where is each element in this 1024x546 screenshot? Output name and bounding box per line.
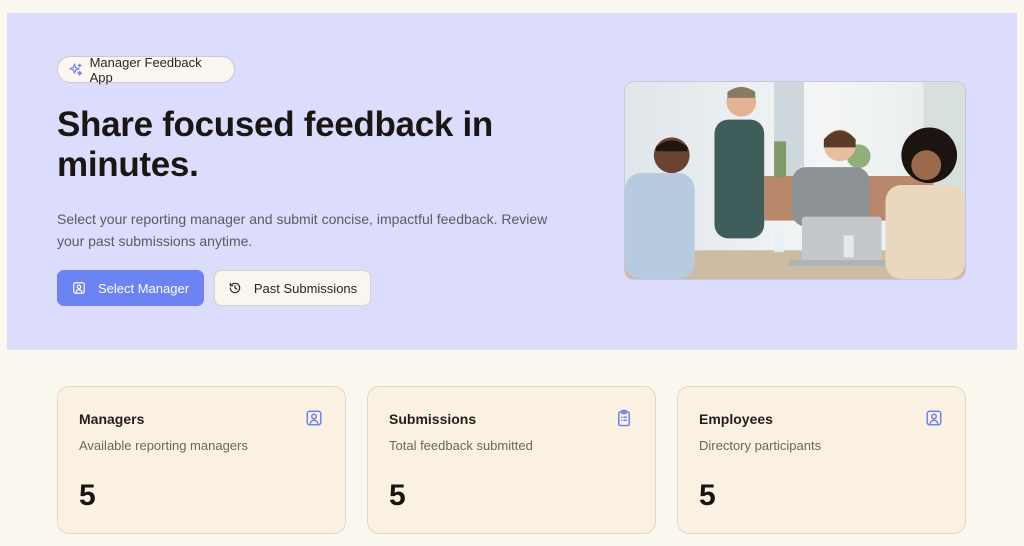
- stat-card-title: Employees: [699, 411, 773, 427]
- app-badge: Manager Feedback App: [57, 54, 235, 85]
- stat-card-employees: Employees Directory participants 5: [677, 386, 966, 534]
- app-badge-label: Manager Feedback App: [89, 54, 202, 85]
- past-submissions-button[interactable]: Past Submissions: [214, 270, 371, 306]
- stat-card-title: Managers: [79, 411, 145, 427]
- stat-card-subtitle: Directory participants: [699, 438, 822, 453]
- user-square-icon: [73, 282, 85, 294]
- stat-card-submissions: Submissions Total feedback submitted 5: [367, 386, 656, 534]
- team-meeting-illustration: [625, 82, 965, 279]
- stat-card-managers: Managers Available reporting managers 5: [57, 386, 346, 534]
- stat-card-subtitle: Total feedback submitted: [389, 438, 533, 453]
- sparkles-icon: [69, 63, 83, 76]
- hero-description: Select your reporting manager and submit…: [57, 211, 548, 249]
- stat-card-title: Submissions: [389, 411, 477, 427]
- hero-section: Manager Feedback App Share focused feedb…: [7, 13, 1017, 350]
- team-meeting-photo: [624, 81, 966, 280]
- user-square-icon: [926, 410, 942, 426]
- stat-card-value: 5: [699, 479, 716, 512]
- clipboard-list-icon: [618, 409, 630, 427]
- page-title: Share focused feedback in minutes.: [57, 105, 493, 184]
- stat-card-value: 5: [79, 479, 96, 512]
- select-manager-label: Select Manager: [97, 280, 190, 296]
- history-icon: [229, 282, 241, 294]
- user-square-icon: [306, 410, 322, 426]
- stat-card-value: 5: [389, 479, 406, 512]
- select-manager-button[interactable]: Select Manager: [57, 270, 204, 306]
- past-submissions-label: Past Submissions: [253, 280, 358, 296]
- stat-card-subtitle: Available reporting managers: [79, 438, 248, 453]
